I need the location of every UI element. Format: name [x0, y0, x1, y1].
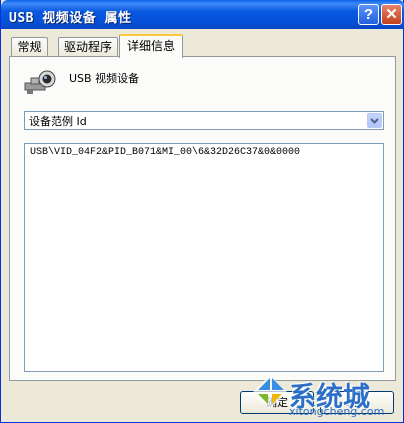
list-item[interactable]: USB\VID_04F2&PID_B071&MI_00\6&32D26C37&0… [30, 147, 300, 158]
webcam-icon [24, 70, 56, 94]
value-listbox[interactable]: USB\VID_04F2&PID_B071&MI_00\6&32D26C37&0… [24, 143, 384, 372]
watermark: 系统城 xitongcheng.com [249, 367, 404, 423]
help-button[interactable]: ? [358, 4, 379, 25]
dropdown-button[interactable] [367, 113, 382, 128]
tab-details[interactable]: 详细信息 [119, 34, 183, 58]
property-select-value: 设备范例 Id [29, 115, 87, 128]
properties-window: USB 视频设备 属性 ? ✕ 常规 驱动程序 详细信息 USB 视频设备 设备… [0, 0, 404, 423]
watermark-url: xitongcheng.com [289, 405, 385, 418]
property-select[interactable]: 设备范例 Id [24, 111, 384, 130]
tab-general[interactable]: 常规 [11, 37, 48, 57]
device-name: USB 视频设备 [69, 72, 140, 85]
window-title: USB 视频设备 属性 [9, 11, 132, 26]
close-button[interactable]: ✕ [381, 4, 402, 25]
windows-logo-icon [253, 375, 287, 409]
tab-driver[interactable]: 驱动程序 [58, 37, 118, 57]
chevron-down-icon [370, 118, 379, 124]
title-bar[interactable]: USB 视频设备 属性 ? ✕ [1, 0, 404, 29]
